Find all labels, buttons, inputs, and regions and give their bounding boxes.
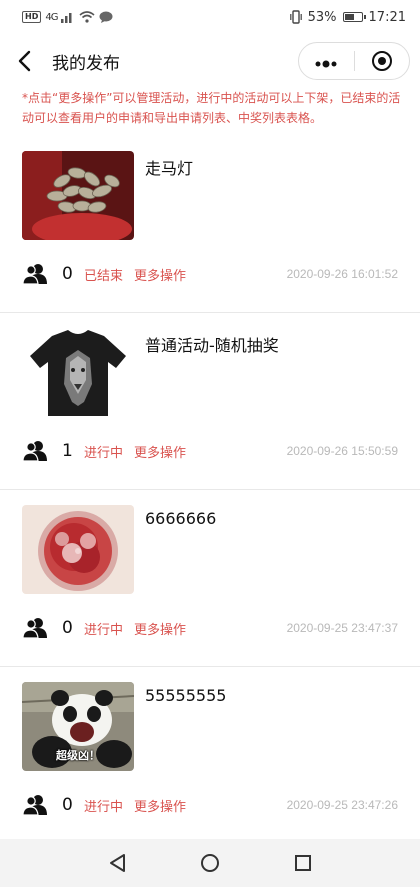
status-badge: 进行中: [84, 622, 124, 638]
target-icon: [371, 51, 392, 71]
page-title: 我的发布: [52, 53, 120, 74]
status-right: 53% 17:21: [289, 9, 406, 25]
publish-time: 2020-09-25 23:47:26: [286, 798, 398, 812]
item-title: 6666666: [145, 509, 217, 528]
item-meta: 0 进行中 更多操作 2020-09-25 23:47:26: [22, 791, 398, 819]
people-icon: [22, 795, 47, 816]
image-caption: 超级凶！: [56, 749, 100, 762]
item-meta: 0 已结束 更多操作 2020-09-26 16:01:52: [22, 260, 398, 288]
succulent-plant-photo[interactable]: [22, 151, 134, 240]
battery-percent: 53%: [307, 9, 337, 25]
panda-meme-photo[interactable]: 超级凶！: [22, 682, 134, 771]
status-badge: 进行中: [84, 445, 124, 461]
participant-count: 0: [62, 618, 73, 638]
battery-icon: [342, 12, 366, 22]
more-menu-button[interactable]: [299, 51, 354, 71]
item-title: 55555555: [145, 686, 227, 705]
more-dots-icon: [315, 60, 337, 68]
item-meta: 0 进行中 更多操作 2020-09-25 23:47:37: [22, 614, 398, 642]
more-actions-link[interactable]: 更多操作: [134, 265, 186, 284]
participant-count: 0: [62, 795, 73, 815]
item-meta: 1 进行中 更多操作 2020-09-26 15:50:59: [22, 437, 398, 465]
system-recents-button[interactable]: [283, 843, 323, 883]
participant-count: 1: [62, 441, 73, 461]
item-title: 走马灯: [145, 159, 194, 178]
system-home-button[interactable]: [190, 843, 230, 883]
people-icon: [22, 618, 47, 639]
chevron-left-icon: [18, 50, 31, 72]
status-badge: 进行中: [84, 799, 124, 815]
list-item[interactable]: 走马灯 0 已结束 更多操作 2020-09-26 16:01:52: [0, 136, 420, 313]
publish-time: 2020-09-26 15:50:59: [286, 444, 398, 458]
more-actions-link[interactable]: 更多操作: [134, 442, 186, 461]
miniapp-capsule: [298, 42, 410, 80]
red-carnation-photo[interactable]: [22, 505, 134, 594]
back-button[interactable]: [0, 34, 48, 88]
status-badge: 已结束: [84, 268, 124, 284]
list-item[interactable]: 6666666 0 进行中 更多操作 2020-09-25 23:47:37: [0, 490, 420, 667]
people-icon: [22, 264, 47, 285]
system-nav-bar: [0, 839, 420, 887]
wolf-tshirt-photo[interactable]: [22, 328, 134, 417]
more-actions-link[interactable]: 更多操作: [134, 619, 186, 638]
list-item[interactable]: 普通活动-随机抽奖 1 进行中 更多操作 2020-09-26 15:50:59: [0, 313, 420, 490]
close-miniapp-button[interactable]: [355, 51, 410, 71]
nav-bar: 我的发布: [0, 34, 420, 88]
triangle-back-icon: [109, 854, 125, 872]
vibrate-icon: [289, 10, 302, 24]
status-bar: HD 4G 53% 17:21: [0, 0, 420, 34]
item-title: 普通活动-随机抽奖: [145, 336, 279, 355]
clock: 17:21: [368, 9, 406, 25]
chat-bubble-icon: [99, 11, 113, 23]
publish-time: 2020-09-25 23:47:37: [286, 621, 398, 635]
list-item[interactable]: 超级凶！ 55555555 0 进行中 更多操作 2020-09-25 23:4…: [0, 667, 420, 844]
participant-count: 0: [62, 264, 73, 284]
square-recents-icon: [295, 855, 312, 871]
publish-time: 2020-09-26 16:01:52: [286, 267, 398, 281]
system-back-button[interactable]: [97, 843, 137, 883]
hd-badge: HD: [22, 11, 42, 23]
publish-list: 走马灯 0 已结束 更多操作 2020-09-26 16:01:52 普通活动-…: [0, 136, 420, 844]
people-icon: [22, 441, 47, 462]
more-actions-link[interactable]: 更多操作: [134, 796, 186, 815]
notice-text: *点击“更多操作”可以管理活动，进行中的活动可以上下架，已结束的活动可以查看用户…: [22, 91, 401, 125]
wifi-icon: [79, 11, 95, 23]
circle-home-icon: [200, 854, 219, 872]
signal-label: 4G: [45, 11, 58, 23]
signal-icon: [61, 13, 72, 23]
status-left: HD 4G: [22, 11, 113, 23]
